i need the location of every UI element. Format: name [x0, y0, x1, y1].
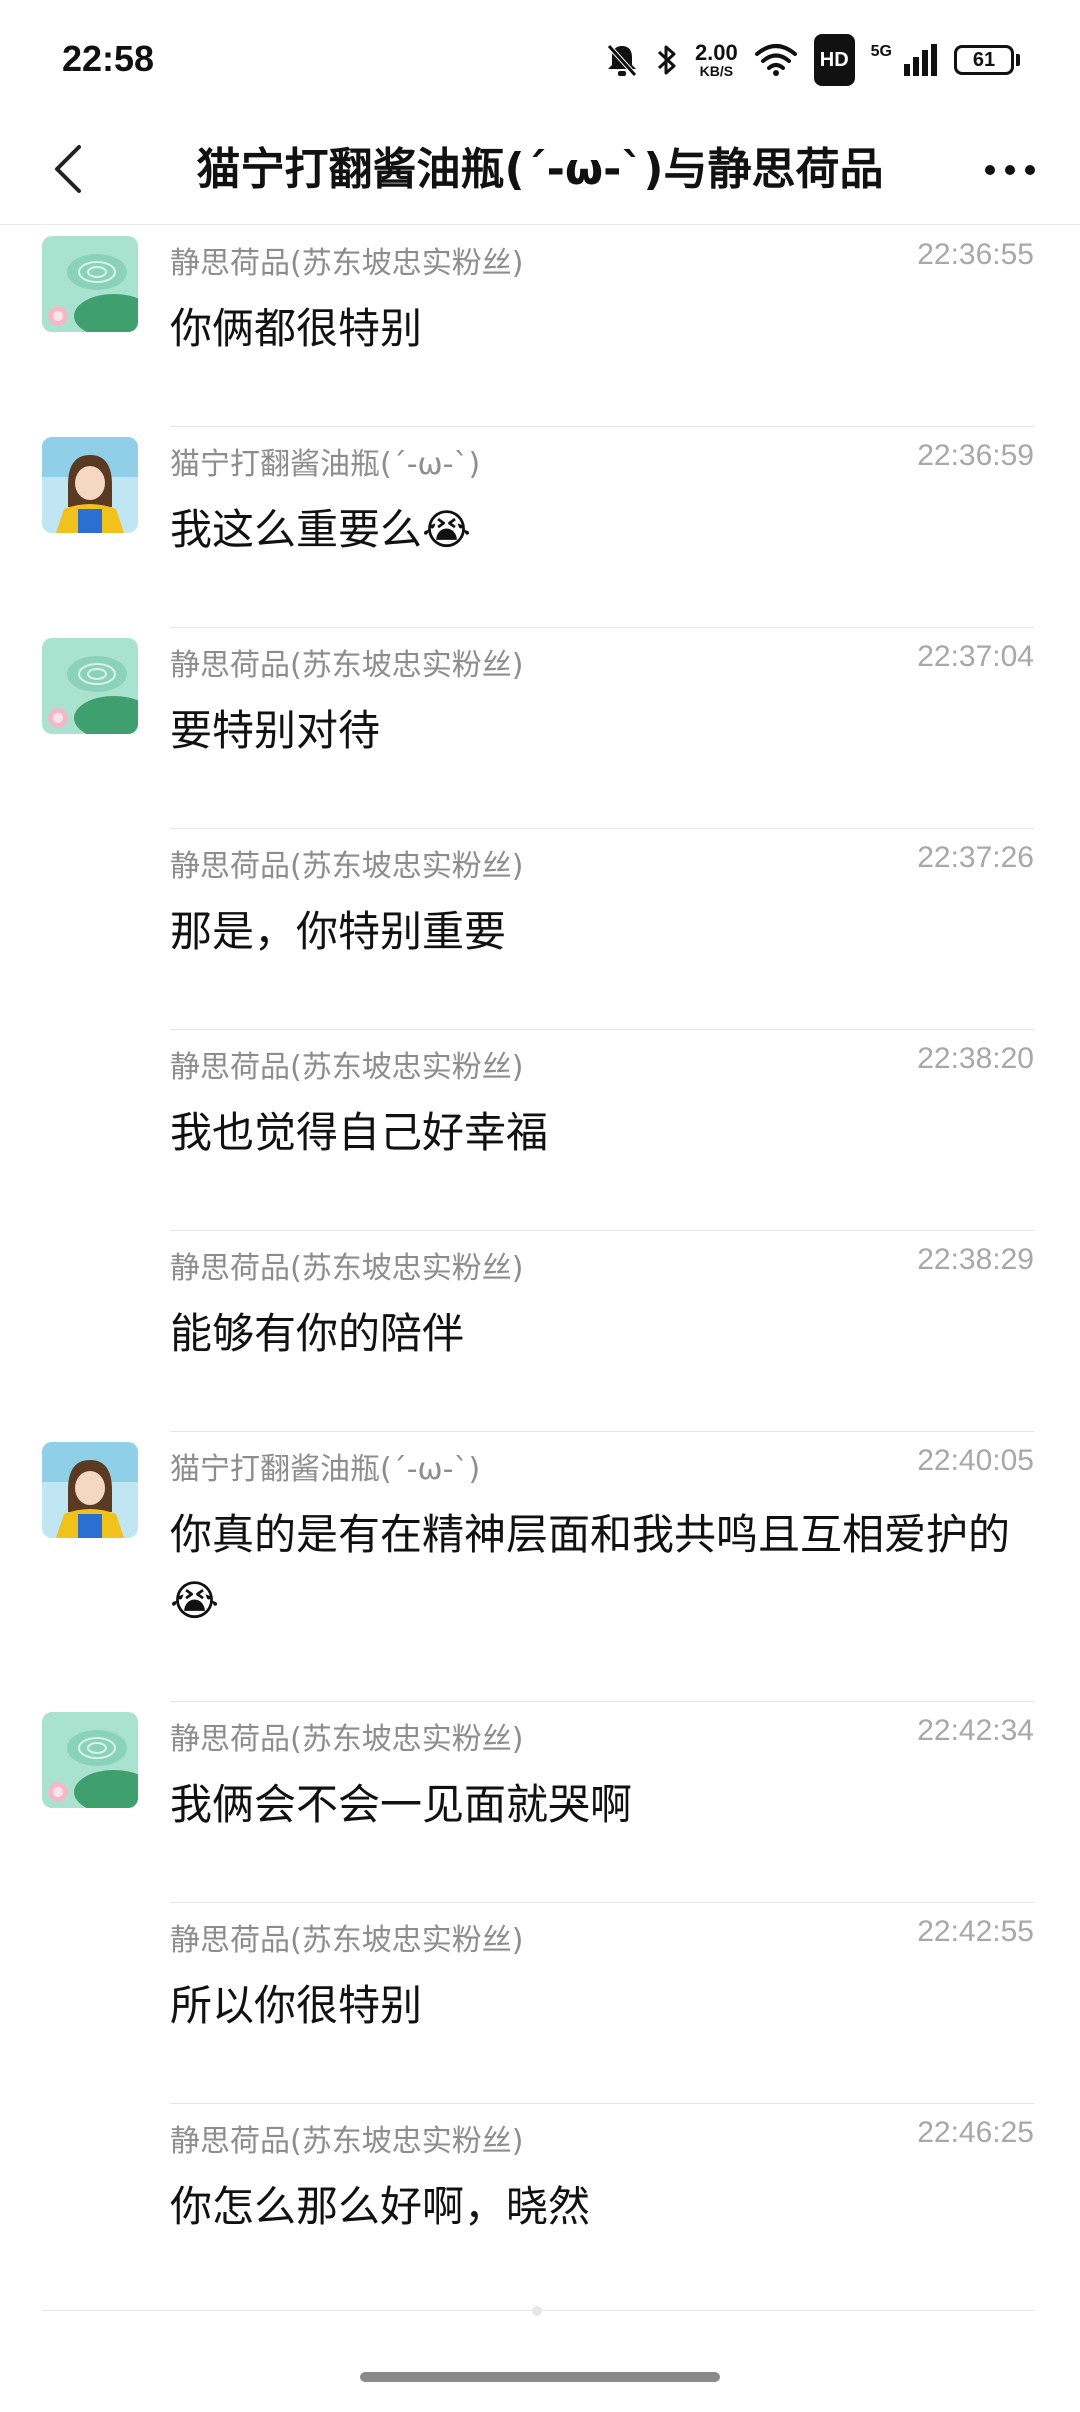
message-item[interactable]: 静思荷品(苏东坡忠实粉丝) 22:46:25 你怎么那么好啊，晓然 — [0, 2104, 1080, 2305]
message-text[interactable]: 所以你很特别 — [170, 1973, 1024, 2039]
message-item[interactable]: 静思荷品(苏东坡忠实粉丝) 22:37:26 那是，你特别重要 — [0, 829, 1080, 1030]
avatar-girl[interactable] — [42, 1442, 138, 1538]
network-speed-unit: KB/S — [699, 63, 734, 79]
message-time: 22:37:26 — [917, 841, 1034, 874]
message-body: 猫宁打翻酱油瓶(´-ω-`) 22:40:05 你真的是有在精神层面和我共鸣且互… — [170, 1432, 1034, 1702]
hd-badge: HD — [813, 34, 855, 86]
mute-bell-icon — [605, 36, 639, 84]
avatar-lotus[interactable] — [42, 1712, 138, 1808]
message-item[interactable]: 静思荷品(苏东坡忠实粉丝) 22:38:29 能够有你的陪伴 — [0, 1231, 1080, 1432]
chat-header: 猫宁打翻酱油瓶(´-ω-`)与静思荷品 — [0, 120, 1080, 225]
message-text[interactable]: 你真的是有在精神层面和我共鸣且互相爱护的😭 — [170, 1502, 1024, 1634]
more-button[interactable] — [970, 134, 1050, 204]
message-item[interactable]: 猫宁打翻酱油瓶(´-ω-`) 22:40:05 你真的是有在精神层面和我共鸣且互… — [0, 1432, 1080, 1702]
message-item[interactable]: 静思荷品(苏东坡忠实粉丝) 22:38:20 我也觉得自己好幸福 — [0, 1030, 1080, 1231]
message-list[interactable]: 静思荷品(苏东坡忠实粉丝) 22:36:55 你俩都很特别 猫宁打翻酱油瓶(´-… — [0, 226, 1080, 2305]
sender-name: 静思荷品(苏东坡忠实粉丝) — [170, 849, 524, 884]
message-item[interactable]: 静思荷品(苏东坡忠实粉丝) 22:42:34 我俩会不会一见面就哭啊 — [0, 1702, 1080, 1903]
battery-level: 61 — [954, 45, 1014, 75]
avatar-lotus[interactable] — [42, 638, 138, 734]
network-speed-value: 2.00 — [694, 40, 738, 65]
message-body: 静思荷品(苏东坡忠实粉丝) 22:38:20 我也觉得自己好幸福 — [170, 1030, 1034, 1231]
message-body: 静思荷品(苏东坡忠实粉丝) 22:46:25 你怎么那么好啊，晓然 — [170, 2104, 1034, 2304]
back-button[interactable] — [34, 134, 104, 204]
sender-name: 静思荷品(苏东坡忠实粉丝) — [170, 1722, 524, 1757]
message-time: 22:42:34 — [917, 1714, 1034, 1747]
message-text[interactable]: 我俩会不会一见面就哭啊 — [170, 1772, 1024, 1838]
message-time: 22:38:20 — [917, 1042, 1034, 1075]
message-time: 22:40:05 — [917, 1444, 1034, 1477]
message-text[interactable]: 你俩都很特别 — [170, 296, 1024, 362]
message-body: 静思荷品(苏东坡忠实粉丝) 22:38:29 能够有你的陪伴 — [170, 1231, 1034, 1432]
chat-title: 猫宁打翻酱油瓶(´-ω-`)与静思荷品 — [196, 144, 884, 195]
message-time: 22:46:25 — [917, 2116, 1034, 2149]
message-text[interactable]: 那是，你特别重要 — [170, 899, 1024, 965]
status-icons: 2.00 KB/S HD 5G 61 — [605, 34, 1020, 86]
battery-tip — [1016, 54, 1020, 66]
bluetooth-icon — [655, 36, 679, 84]
message-time: 22:42:55 — [917, 1915, 1034, 1948]
battery-indicator: 61 — [954, 36, 1020, 84]
sender-name: 猫宁打翻酱油瓶(´-ω-`) — [170, 1452, 481, 1487]
more-dots-icon — [980, 160, 1040, 179]
message-body: 静思荷品(苏东坡忠实粉丝) 22:37:04 要特别对待 — [170, 628, 1034, 829]
message-body: 静思荷品(苏东坡忠实粉丝) 22:36:55 你俩都很特别 — [170, 226, 1034, 427]
message-body: 猫宁打翻酱油瓶(´-ω-`) 22:36:59 我这么重要么😭 — [170, 427, 1034, 628]
message-time: 22:38:29 — [917, 1243, 1034, 1276]
message-item[interactable]: 静思荷品(苏东坡忠实粉丝) 22:37:04 要特别对待 — [0, 628, 1080, 829]
network-type: 5G — [870, 43, 892, 60]
message-item[interactable]: 猫宁打翻酱油瓶(´-ω-`) 22:36:59 我这么重要么😭 — [0, 427, 1080, 628]
network-speed: 2.00 KB/S — [695, 36, 738, 84]
chevron-left-icon — [55, 145, 81, 193]
message-item[interactable]: 静思荷品(苏东坡忠实粉丝) 22:36:55 你俩都很特别 — [0, 226, 1080, 427]
sender-name: 静思荷品(苏东坡忠实粉丝) — [170, 246, 524, 281]
sender-name: 静思荷品(苏东坡忠实粉丝) — [170, 1251, 524, 1286]
status-time: 22:58 — [62, 38, 155, 79]
message-text[interactable]: 我这么重要么😭 — [170, 497, 1024, 563]
message-text[interactable]: 能够有你的陪伴 — [170, 1301, 1024, 1367]
sender-name: 静思荷品(苏东坡忠实粉丝) — [170, 1923, 524, 1958]
message-body: 静思荷品(苏东坡忠实粉丝) 22:42:34 我俩会不会一见面就哭啊 — [170, 1702, 1034, 1903]
message-body: 静思荷品(苏东坡忠实粉丝) 22:37:26 那是，你特别重要 — [170, 829, 1034, 1030]
message-text[interactable]: 我也觉得自己好幸福 — [170, 1100, 1024, 1166]
message-time: 22:36:59 — [917, 439, 1034, 472]
sender-name: 猫宁打翻酱油瓶(´-ω-`) — [170, 447, 481, 482]
signal-icon — [902, 36, 938, 84]
avatar-lotus[interactable] — [42, 236, 138, 332]
sender-name: 静思荷品(苏东坡忠实粉丝) — [170, 648, 524, 683]
message-item[interactable]: 静思荷品(苏东坡忠实粉丝) 22:42:55 所以你很特别 — [0, 1903, 1080, 2104]
wifi-icon — [754, 36, 798, 84]
message-time: 22:36:55 — [917, 238, 1034, 271]
sender-name: 静思荷品(苏东坡忠实粉丝) — [170, 2124, 524, 2159]
sender-name: 静思荷品(苏东坡忠实粉丝) — [170, 1050, 524, 1085]
home-indicator[interactable] — [360, 2372, 720, 2382]
avatar-girl[interactable] — [42, 437, 138, 533]
status-bar: 22:58 2.00 KB/S HD 5G 61 — [0, 0, 1080, 120]
message-text[interactable]: 要特别对待 — [170, 698, 1024, 764]
message-body: 静思荷品(苏东坡忠实粉丝) 22:42:55 所以你很特别 — [170, 1903, 1034, 2104]
message-text[interactable]: 你怎么那么好啊，晓然 — [170, 2174, 1024, 2240]
message-time: 22:37:04 — [917, 640, 1034, 673]
page-indicator-dot — [532, 2306, 542, 2316]
